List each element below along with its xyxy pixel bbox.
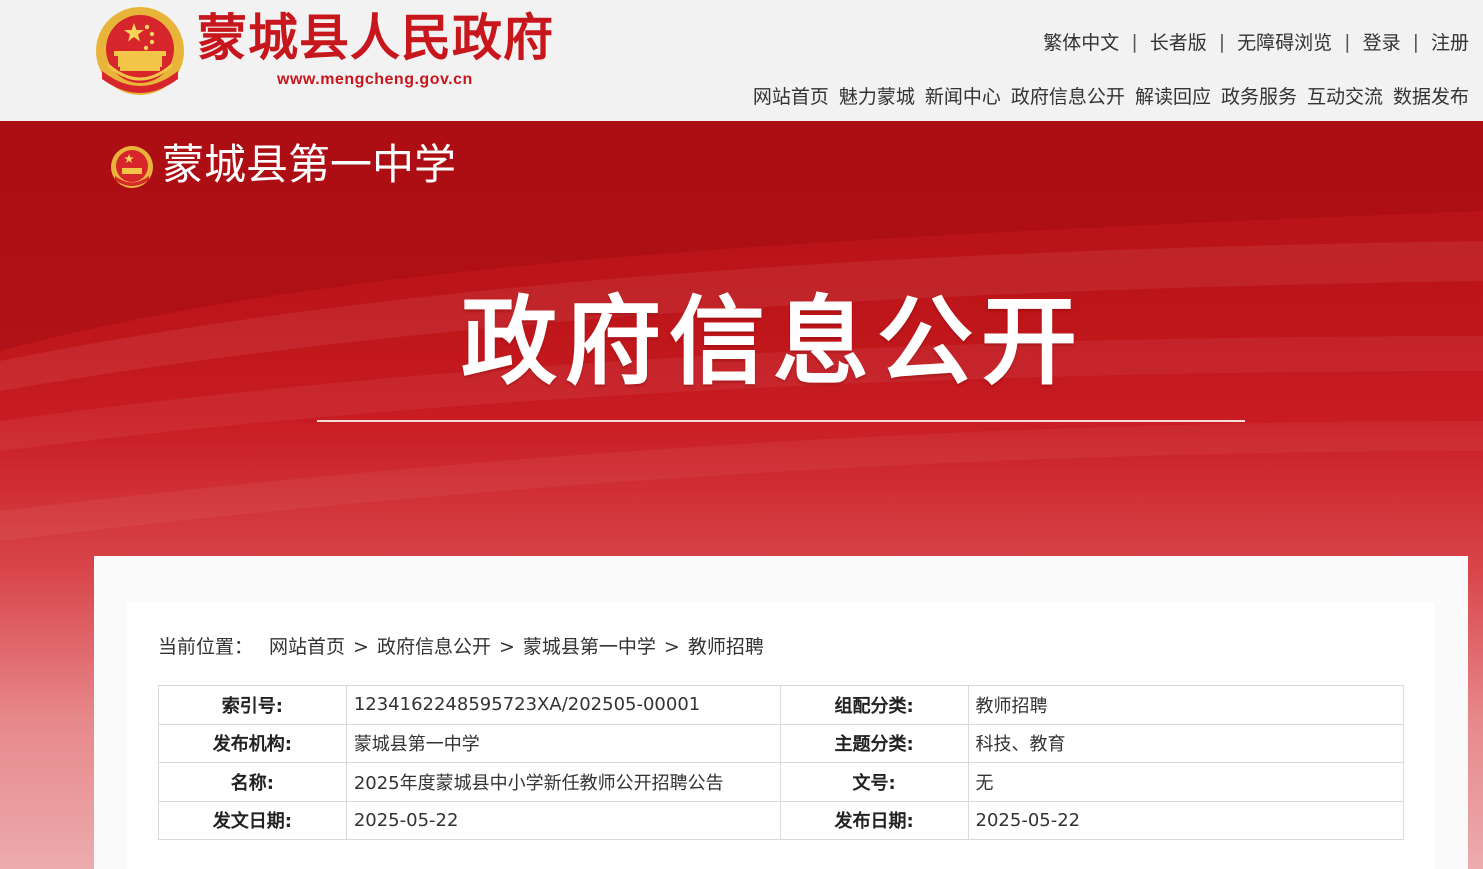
label-doc-number: 文号: bbox=[779, 762, 969, 802]
nav-item-services[interactable]: 政务服务 bbox=[1221, 82, 1297, 109]
nav-item-interpretation[interactable]: 解读回应 bbox=[1135, 82, 1211, 109]
breadcrumb-org[interactable]: 蒙城县第一中学 bbox=[523, 633, 656, 661]
breadcrumb-prefix: 当前位置： bbox=[158, 636, 254, 658]
breadcrumb-separator: > bbox=[663, 636, 680, 658]
value-category: 教师招聘 bbox=[967, 685, 1405, 725]
breadcrumb-info-disclosure[interactable]: 政府信息公开 bbox=[377, 633, 491, 661]
table-row: 发文日期: 2025-05-22 发布日期: 2025-05-22 bbox=[158, 800, 1405, 840]
label-publisher: 发布机构: bbox=[158, 723, 347, 763]
site-url: www.mengcheng.gov.cn bbox=[277, 71, 473, 88]
nav-item-charm[interactable]: 魅力蒙城 bbox=[839, 82, 915, 109]
breadcrumb-separator: > bbox=[353, 636, 369, 658]
label-index-number: 索引号: bbox=[158, 685, 347, 725]
label-category: 组配分类: bbox=[779, 685, 969, 725]
value-index-number: 1234162248595723XA/202505-00001 bbox=[345, 685, 781, 725]
value-name: 2025年度蒙城县中小学新任教师公开招聘公告 bbox=[345, 762, 781, 802]
value-doc-number: 无 bbox=[967, 762, 1405, 802]
site-header: 蒙城县人民政府 www.mengcheng.gov.cn 繁体中文 | 长者版 … bbox=[0, 0, 1483, 121]
label-publish-date: 发布日期: bbox=[779, 800, 969, 840]
link-elder-version[interactable]: 长者版 bbox=[1150, 28, 1207, 55]
org-name: 蒙城县第一中学 bbox=[162, 140, 457, 189]
breadcrumb-home[interactable]: 网站首页 bbox=[269, 633, 345, 661]
utility-links: 繁体中文 | 长者版 | 无障碍浏览 | 登录 | 注册 bbox=[1043, 28, 1469, 55]
nav-item-data-release[interactable]: 数据发布 bbox=[1393, 82, 1469, 109]
divider bbox=[317, 420, 1245, 422]
nav-item-home[interactable]: 网站首页 bbox=[753, 82, 829, 109]
table-row: 索引号: 1234162248595723XA/202505-00001 组配分… bbox=[158, 685, 1405, 725]
value-topic: 科技、教育 bbox=[967, 723, 1405, 763]
link-login[interactable]: 登录 bbox=[1363, 28, 1401, 55]
label-issue-date: 发文日期: bbox=[158, 800, 347, 840]
separator: | bbox=[1344, 30, 1351, 53]
table-row: 名称: 2025年度蒙城县中小学新任教师公开招聘公告 文号: 无 bbox=[158, 762, 1405, 802]
separator: | bbox=[1218, 30, 1226, 53]
link-traditional-chinese[interactable]: 繁体中文 bbox=[1043, 28, 1119, 55]
breadcrumb-separator: > bbox=[498, 636, 515, 658]
label-name: 名称: bbox=[158, 762, 347, 802]
table-row: 发布机构: 蒙城县第一中学 主题分类: 科技、教育 bbox=[158, 723, 1405, 763]
national-emblem-icon[interactable] bbox=[94, 5, 186, 101]
separator: | bbox=[1412, 30, 1419, 53]
value-publisher: 蒙城县第一中学 bbox=[345, 723, 781, 763]
nav-item-news[interactable]: 新闻中心 bbox=[925, 82, 1001, 109]
value-publish-date: 2025-05-22 bbox=[967, 800, 1405, 840]
link-register[interactable]: 注册 bbox=[1431, 28, 1469, 55]
label-topic: 主题分类: bbox=[779, 723, 969, 763]
separator: | bbox=[1131, 30, 1138, 53]
metadata-table: 索引号: 1234162248595723XA/202505-00001 组配分… bbox=[158, 685, 1405, 840]
banner-title: 政府信息公开 bbox=[461, 286, 1085, 398]
link-accessibility[interactable]: 无障碍浏览 bbox=[1237, 28, 1332, 55]
value-issue-date: 2025-05-22 bbox=[345, 800, 781, 840]
nav-item-info-disclosure[interactable]: 政府信息公开 bbox=[1011, 82, 1125, 109]
site-title[interactable]: 蒙城县人民政府 bbox=[197, 8, 554, 68]
breadcrumb-current[interactable]: 教师招聘 bbox=[688, 633, 764, 661]
breadcrumb: 当前位置： 网站首页 > 政府信息公开 > 蒙城县第一中学 > 教师招聘 bbox=[158, 633, 764, 661]
national-emblem-icon bbox=[110, 145, 154, 189]
main-nav: 网站首页 魅力蒙城 新闻中心 政府信息公开 解读回应 政务服务 互动交流 数据发… bbox=[743, 82, 1469, 109]
nav-item-interaction[interactable]: 互动交流 bbox=[1307, 82, 1383, 109]
